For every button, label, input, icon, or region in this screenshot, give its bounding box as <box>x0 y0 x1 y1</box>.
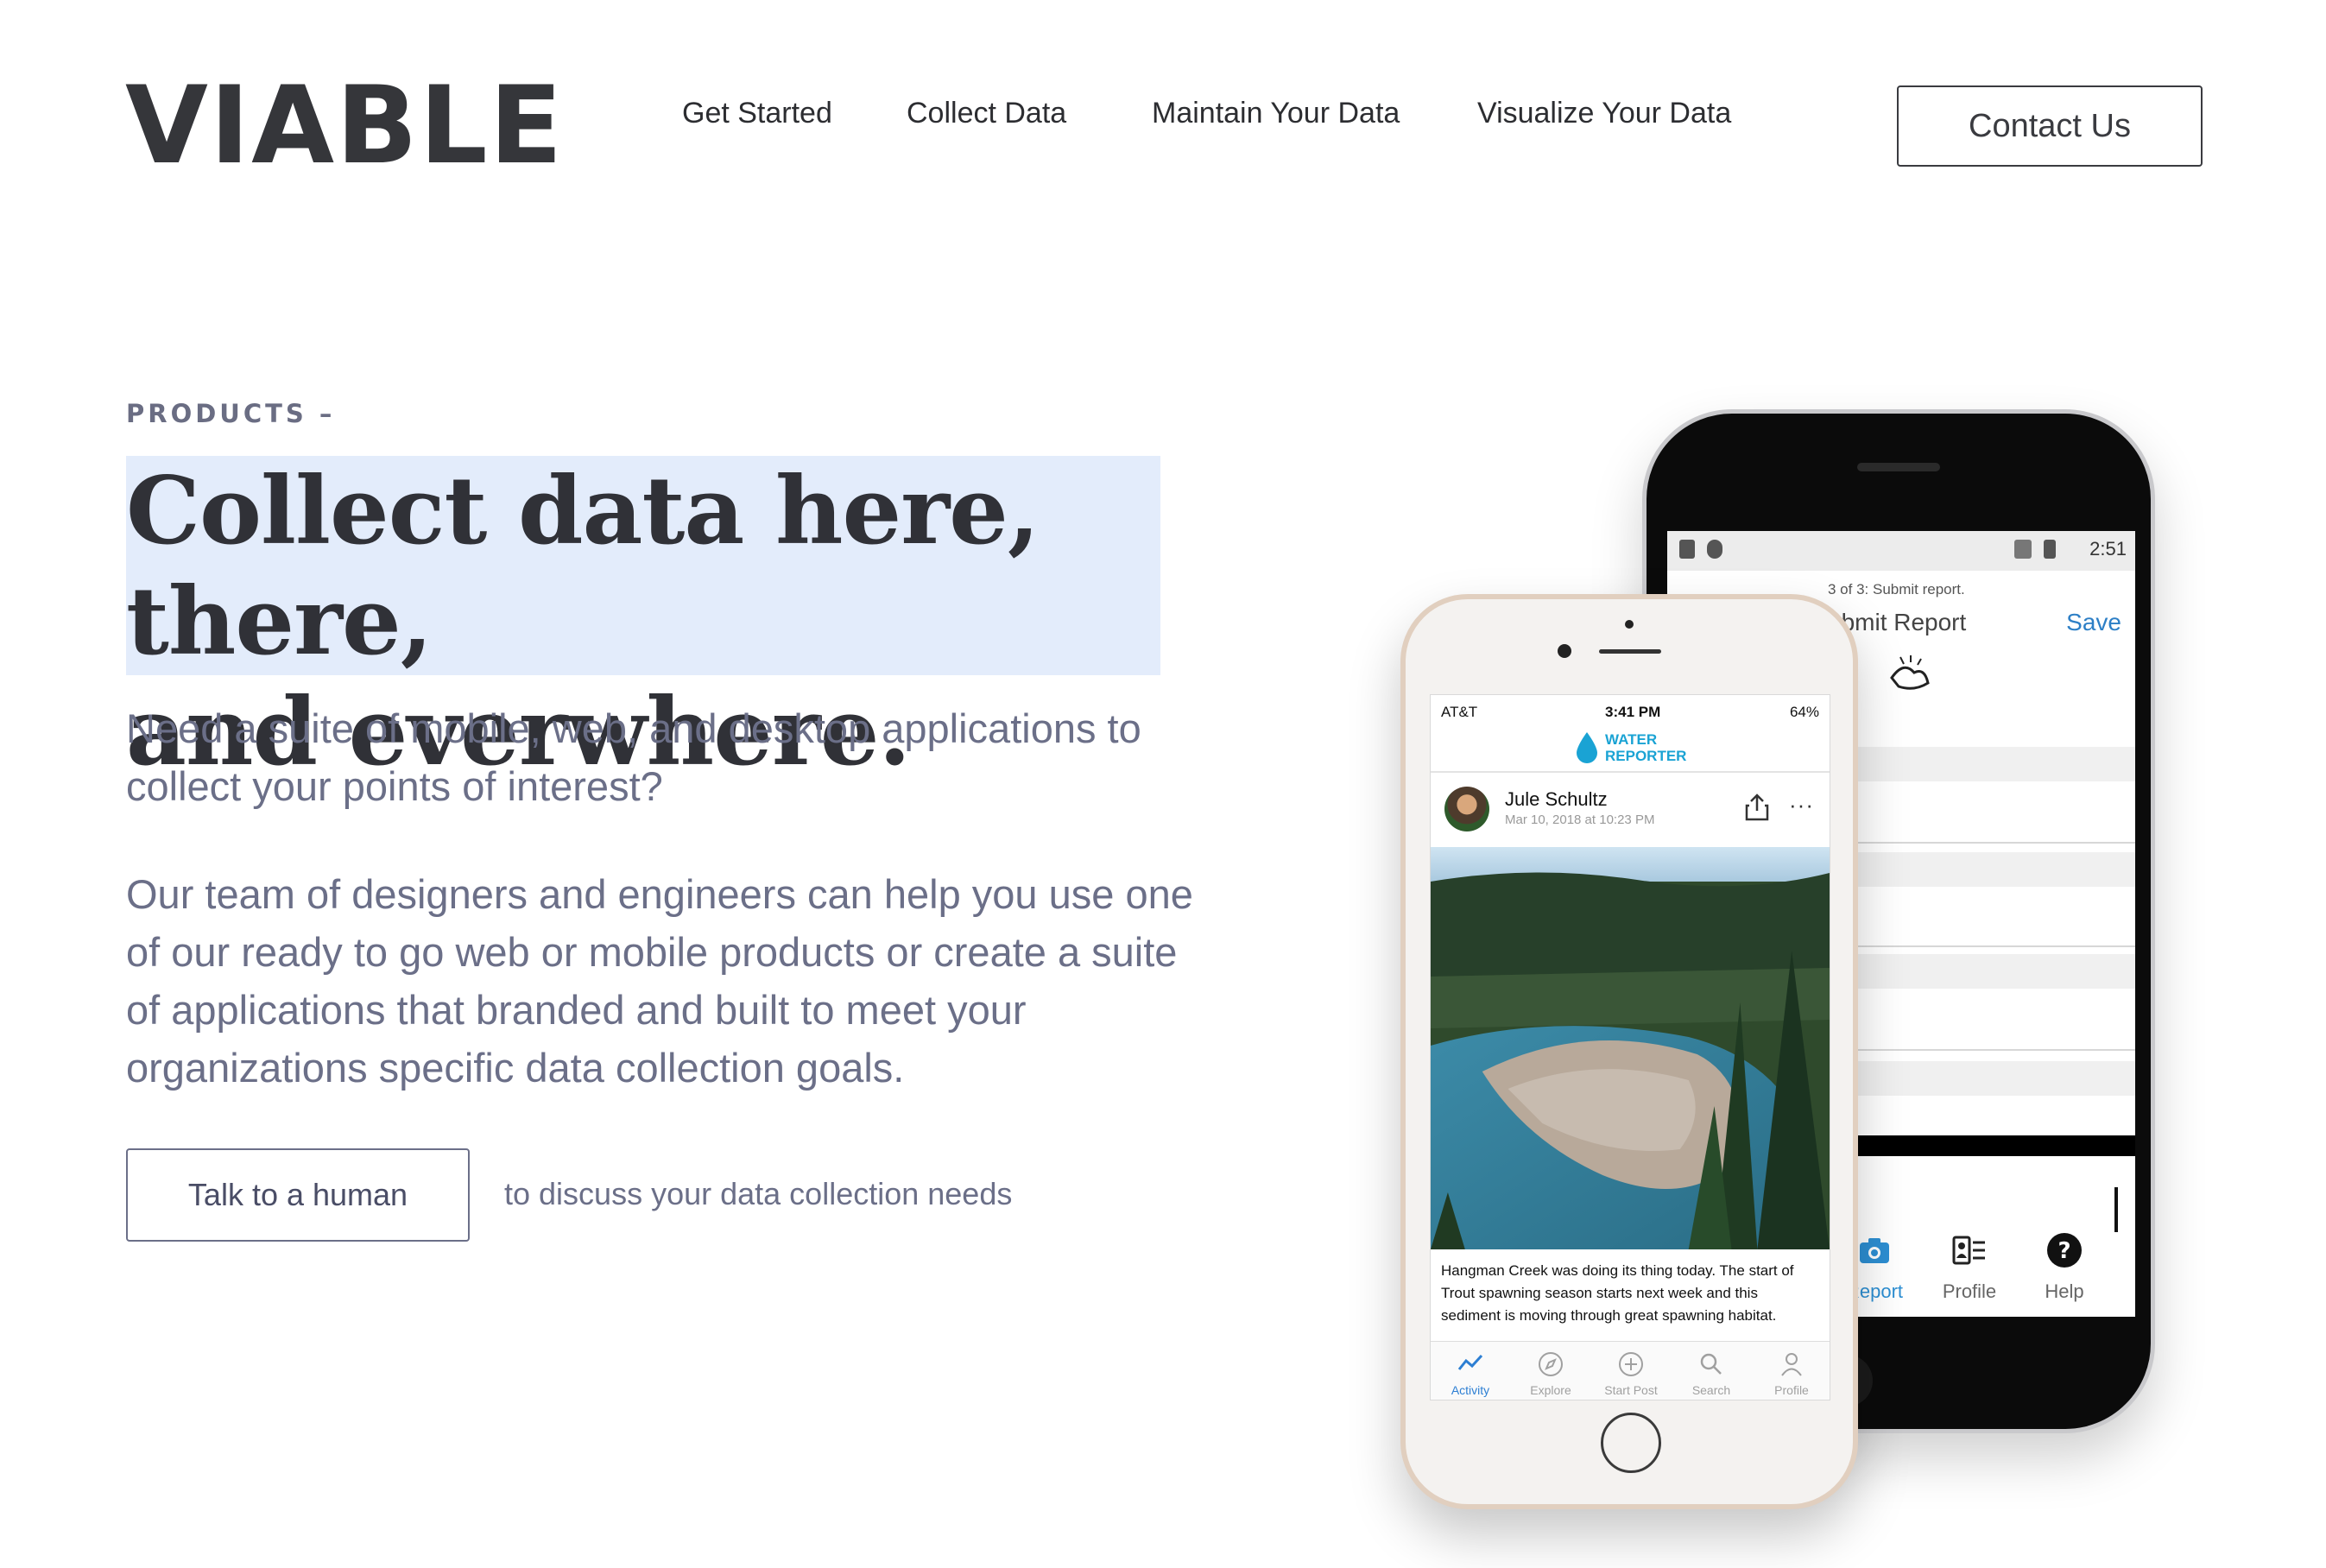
water-drop-icon <box>1577 732 1597 763</box>
cta-note: to discuss your data collection needs <box>504 1176 1013 1211</box>
carrier-label: AT&T <box>1441 704 1478 720</box>
post-date: Mar 10, 2018 at 10:23 PM <box>1505 812 1655 827</box>
nav-visualize-your-data[interactable]: Visualize Your Data <box>1477 97 1731 130</box>
post-caption: Hangman Creek was doing its thing today.… <box>1441 1262 1794 1324</box>
tab-start-post-label: Start Post <box>1604 1383 1658 1397</box>
nav-maintain-your-data[interactable]: Maintain Your Data <box>1152 97 1400 130</box>
nav-collect-data[interactable]: Collect Data <box>907 97 1066 130</box>
headline-line-1: Collect data here, there, <box>126 457 1040 676</box>
tab-activity-label: Activity <box>1451 1383 1490 1397</box>
tab-explore[interactable]: Explore <box>1511 1350 1590 1397</box>
body-paragraph: Our team of designers and engineers can … <box>126 871 1193 1091</box>
tab-explore-label: Explore <box>1530 1383 1571 1397</box>
app-name-line-1: WATER <box>1605 731 1658 748</box>
front-camera <box>1558 644 1571 658</box>
phone-speaker <box>1857 463 1940 471</box>
battery-icon <box>2044 540 2056 559</box>
more-options-icon[interactable]: ··· <box>1789 792 1814 819</box>
viable-logo[interactable]: VIABLE <box>125 73 564 180</box>
tab-activity[interactable]: Activity <box>1431 1350 1510 1397</box>
tab-profile[interactable]: Profile <box>1926 1232 2013 1303</box>
tab-help-label: Help <box>2045 1280 2084 1302</box>
water-reporter-logo[interactable]: WATER REPORTER <box>1574 728 1686 768</box>
profile-card-icon <box>1952 1236 1985 1265</box>
share-icon[interactable] <box>1745 793 1769 821</box>
tab-profile-label: Profile <box>1942 1280 1997 1302</box>
iphone-mockup: AT&T 3:41 PM 64% WATER REPORTER Jule Sch… <box>1400 594 1858 1509</box>
signal-icon <box>2014 540 2032 559</box>
compass-icon <box>1539 1352 1563 1376</box>
android-icon <box>1707 540 1722 559</box>
camera-icon <box>1860 1238 1889 1263</box>
app-name-line-2: REPORTER <box>1605 748 1687 764</box>
battery-percent: 64% <box>1789 704 1819 720</box>
search-icon <box>1700 1353 1722 1375</box>
android-time: 2:51 <box>2089 538 2127 560</box>
sd-card-icon <box>1679 540 1695 559</box>
person-icon <box>1781 1353 1802 1376</box>
ios-tab-bar: Activity Explore Start Post Search Profi… <box>1431 1341 1830 1400</box>
plus-circle-icon <box>1619 1352 1643 1376</box>
phone-sensor <box>1625 620 1634 629</box>
post-author[interactable]: Jule Schultz <box>1505 788 1608 811</box>
android-status-bar: 2:51 <box>1667 531 2135 571</box>
activity-icon <box>1457 1354 1483 1370</box>
nav-get-started[interactable]: Get Started <box>682 97 832 130</box>
contact-us-button[interactable]: Contact Us <box>1897 85 2203 167</box>
phone-speaker <box>1599 649 1661 654</box>
avatar[interactable] <box>1444 787 1489 831</box>
save-button[interactable]: Save <box>2066 609 2121 636</box>
report-step: 3 of 3: Submit report. <box>1828 581 1965 597</box>
talk-to-human-button[interactable]: Talk to a human <box>126 1148 470 1242</box>
post-header: Jule Schultz Mar 10, 2018 at 10:23 PM ··… <box>1431 773 1830 845</box>
ios-time: 3:41 PM <box>1605 704 1661 720</box>
post-photo[interactable] <box>1431 847 1830 1249</box>
lead-paragraph: Need a suite of mobile, web, and desktop… <box>126 705 1141 809</box>
iphone-screen: AT&T 3:41 PM 64% WATER REPORTER Jule Sch… <box>1430 694 1830 1400</box>
iphone-home-button <box>1601 1413 1661 1473</box>
products-eyebrow: PRODUCTS – <box>126 399 336 428</box>
tab-help[interactable]: ? Help <box>2021 1232 2108 1303</box>
tab-search-label: Search <box>1691 1383 1731 1397</box>
tab-profile[interactable]: Profile <box>1752 1350 1830 1397</box>
tab-profile-label: Profile <box>1774 1383 1809 1397</box>
tab-search[interactable]: Search <box>1672 1350 1751 1397</box>
svg-text:?: ? <box>2057 1238 2070 1264</box>
ios-status-bar: AT&T 3:41 PM 64% <box>1431 695 1830 726</box>
help-icon: ? <box>2047 1233 2082 1268</box>
tab-start-post[interactable]: Start Post <box>1591 1350 1671 1397</box>
